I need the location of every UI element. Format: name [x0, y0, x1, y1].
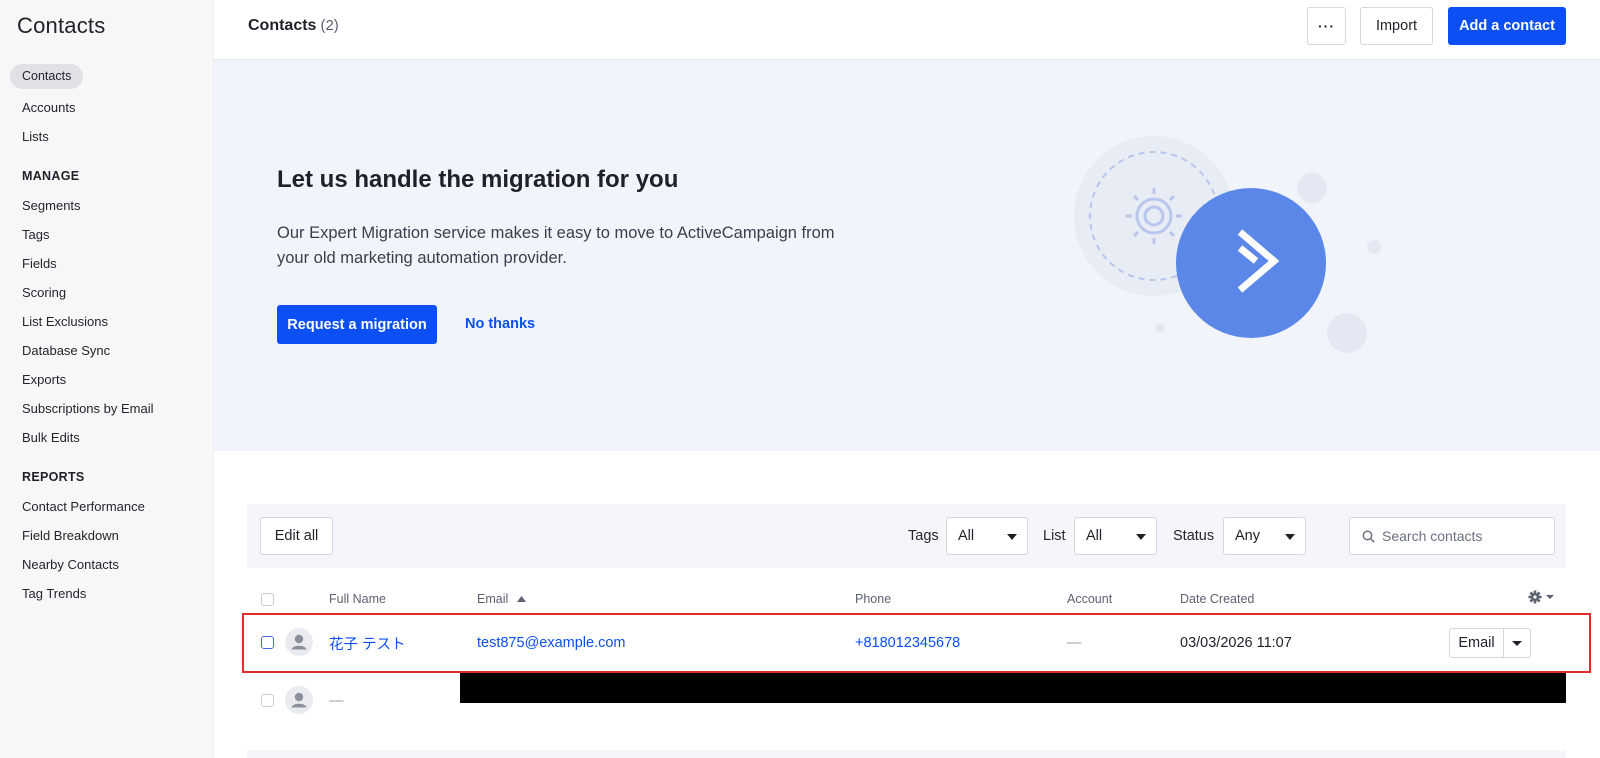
sidebar-item-bulk-edits[interactable]: Bulk Edits: [10, 423, 210, 452]
sort-ascending-icon: [516, 596, 526, 602]
status-filter-select[interactable]: Any: [1223, 517, 1306, 555]
column-header-email[interactable]: Email: [477, 592, 526, 606]
status-filter-label: Status: [1173, 528, 1215, 544]
sidebar-item-field-breakdown[interactable]: Field Breakdown: [10, 521, 210, 550]
list-filter-select[interactable]: All: [1074, 517, 1157, 555]
sidebar-item-accounts[interactable]: Accounts: [10, 93, 210, 122]
migration-banner: Let us handle the migration for you Our …: [214, 60, 1600, 451]
search-box: [1349, 517, 1555, 555]
sidebar: Contacts Contacts Accounts Lists MANAGE …: [0, 0, 214, 758]
add-contact-button[interactable]: Add a contact: [1448, 7, 1566, 45]
contact-name-link[interactable]: 花子 テスト: [329, 633, 406, 654]
contact-email-link[interactable]: test875@example.com: [477, 635, 626, 651]
filter-bar: Edit all Tags All List All Status Any: [247, 504, 1566, 568]
no-thanks-link[interactable]: No thanks: [465, 316, 535, 332]
sidebar-nav: Contacts Accounts Lists MANAGE Segments …: [10, 64, 210, 608]
column-header-phone[interactable]: Phone: [855, 592, 891, 606]
user-icon: [291, 634, 307, 650]
sidebar-item-segments[interactable]: Segments: [10, 191, 210, 220]
tags-filter-label: Tags: [908, 528, 939, 544]
column-header-account[interactable]: Account: [1067, 592, 1112, 606]
sidebar-item-exports[interactable]: Exports: [10, 365, 210, 394]
search-icon: [1362, 530, 1375, 543]
sidebar-item-tag-trends[interactable]: Tag Trends: [10, 579, 210, 608]
sidebar-item-contact-performance[interactable]: Contact Performance: [10, 492, 210, 521]
table-row[interactable]: —: [247, 671, 1566, 730]
contact-count: (2): [320, 17, 339, 34]
sidebar-item-lists[interactable]: Lists: [10, 122, 210, 151]
contact-account: —: [1067, 635, 1082, 651]
edit-all-button[interactable]: Edit all: [260, 517, 333, 555]
email-action-button[interactable]: Email: [1450, 629, 1504, 657]
banner-headline: Let us handle the migration for you: [277, 166, 679, 193]
sidebar-title: Contacts: [17, 13, 106, 38]
search-input[interactable]: [1382, 518, 1550, 554]
gear-icon: [1528, 590, 1554, 604]
sidebar-section-reports: REPORTS: [22, 470, 85, 484]
select-all-checkbox[interactable]: [261, 593, 274, 606]
table-footer-strip: [247, 750, 1566, 758]
list-filter-label: List: [1043, 528, 1066, 544]
table-row[interactable]: 花子 テスト test875@example.com +818012345678…: [247, 614, 1566, 672]
sidebar-item-list-exclusions[interactable]: List Exclusions: [10, 307, 210, 336]
request-migration-button[interactable]: Request a migration: [277, 305, 437, 344]
table-header: Full Name Email Phone Account Date Creat…: [247, 586, 1566, 614]
status-filter-value: Any: [1235, 528, 1260, 544]
contact-name: —: [329, 693, 344, 709]
sidebar-item-scoring[interactable]: Scoring: [10, 278, 210, 307]
chevron-down-icon: [1136, 534, 1146, 540]
banner-body: Our Expert Migration service makes it ea…: [277, 224, 835, 267]
contact-date-created: 03/03/2026 11:07: [1180, 635, 1292, 651]
page-title: Contacts (2): [248, 17, 339, 35]
row-checkbox[interactable]: [261, 694, 274, 707]
page-header: Contacts (2) ··· Import Add a contact: [214, 0, 1600, 60]
sidebar-item-subscriptions-by-email[interactable]: Subscriptions by Email: [10, 394, 210, 423]
sidebar-item-fields[interactable]: Fields: [10, 249, 210, 278]
user-icon: [291, 692, 307, 708]
column-settings-button[interactable]: [1528, 590, 1556, 609]
column-header-full-name[interactable]: Full Name: [329, 592, 386, 606]
column-header-date-created[interactable]: Date Created: [1180, 592, 1254, 606]
email-action-dropdown[interactable]: [1504, 629, 1530, 657]
contact-phone-link[interactable]: +818012345678: [855, 635, 960, 651]
import-button[interactable]: Import: [1360, 7, 1433, 45]
redacted-block: [460, 671, 1566, 703]
avatar: [285, 686, 313, 714]
chevron-down-icon: [1285, 534, 1295, 540]
avatar: [285, 628, 313, 656]
sidebar-item-nearby-contacts[interactable]: Nearby Contacts: [10, 550, 210, 579]
row-checkbox[interactable]: [261, 636, 274, 649]
sidebar-section-manage: MANAGE: [22, 169, 80, 183]
sidebar-item-contacts[interactable]: Contacts: [10, 64, 84, 89]
page-title-text: Contacts: [248, 17, 317, 34]
migration-illustration: [1074, 136, 1381, 353]
email-action-split-button: Email: [1449, 628, 1531, 658]
list-filter-value: All: [1086, 528, 1103, 544]
chevron-down-icon: [1007, 534, 1017, 540]
more-options-button[interactable]: ···: [1307, 7, 1346, 45]
sidebar-item-tags[interactable]: Tags: [10, 220, 210, 249]
tags-filter-value: All: [958, 528, 975, 544]
tags-filter-select[interactable]: All: [946, 517, 1028, 555]
sidebar-item-database-sync[interactable]: Database Sync: [10, 336, 210, 365]
column-header-email-label: Email: [477, 592, 509, 606]
